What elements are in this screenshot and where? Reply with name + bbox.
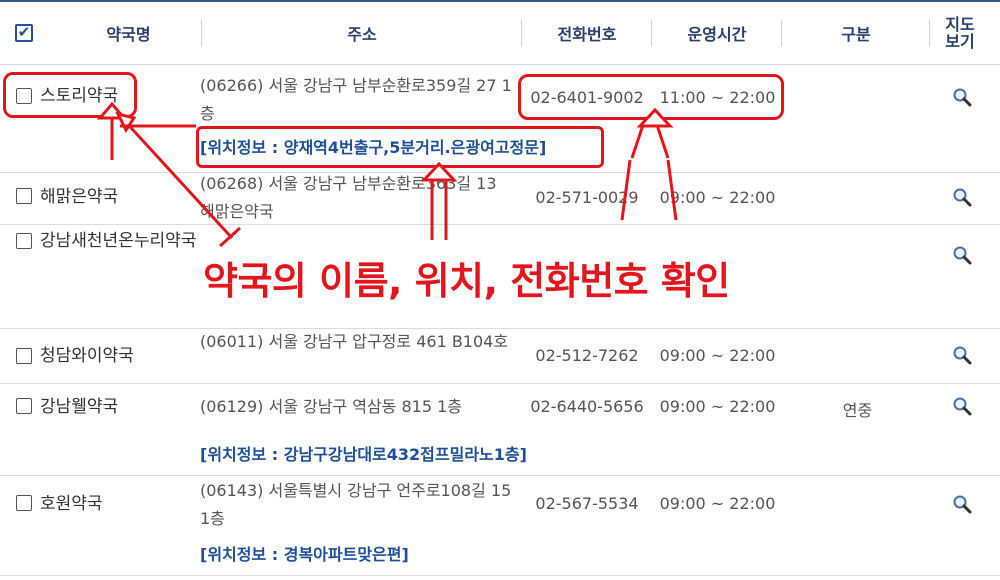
annotation-caption: 약국의 이름, 위치, 전화번호 확인 bbox=[203, 259, 730, 303]
arrow-name-up bbox=[96, 101, 128, 160]
arrow-diagonal bbox=[120, 116, 234, 240]
